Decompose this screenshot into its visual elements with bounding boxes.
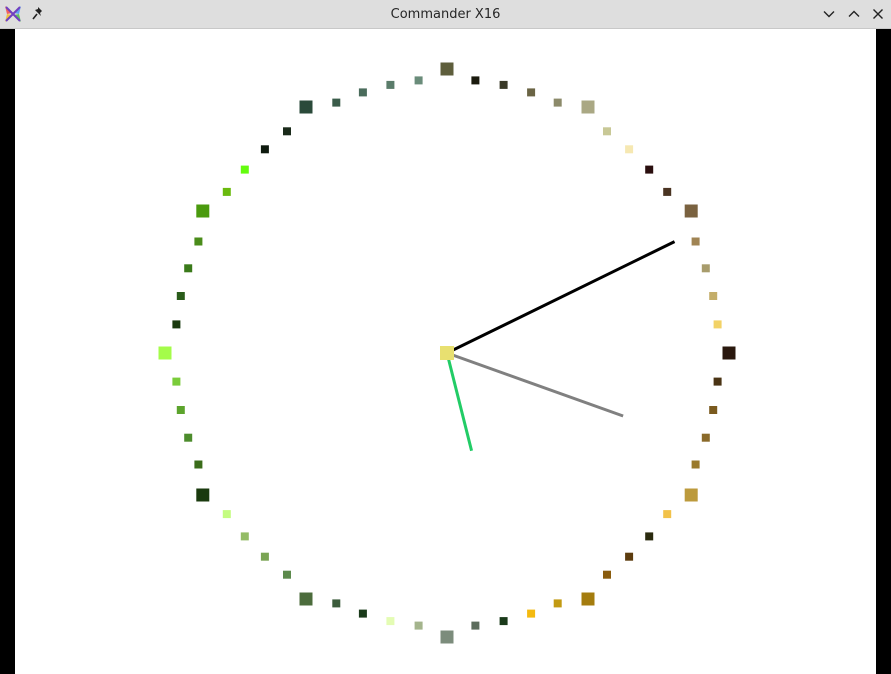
minute-mark — [283, 127, 291, 136]
minute-mark — [172, 320, 181, 329]
minute-mark — [283, 570, 291, 579]
hour-mark — [684, 488, 698, 502]
minute-mark — [386, 617, 395, 626]
hour-mark — [196, 204, 210, 218]
minute-mark — [663, 187, 672, 196]
minute-mark — [260, 145, 269, 154]
hour-mark — [684, 204, 698, 218]
hour-mark — [440, 62, 454, 76]
minute-mark — [553, 599, 562, 608]
hour-mark — [581, 100, 595, 114]
minute-mark — [414, 621, 423, 630]
hour-mark — [581, 592, 595, 606]
close-button[interactable] — [869, 5, 887, 23]
minute-mark — [499, 80, 508, 89]
minute-mark — [713, 377, 722, 386]
minute-mark — [176, 292, 185, 300]
minute-mark — [222, 187, 231, 196]
minute-mark — [240, 532, 249, 541]
minute-mark — [625, 552, 634, 561]
minute-mark — [603, 127, 611, 136]
clock-center-dot — [440, 346, 454, 360]
hour-mark — [299, 100, 313, 114]
minute-mark — [240, 165, 249, 174]
clock-face — [158, 62, 736, 644]
minute-mark — [527, 88, 536, 97]
minute-mark — [553, 98, 562, 107]
minute-mark — [358, 88, 367, 97]
hour-hand — [444, 240, 676, 356]
minute-mark — [414, 76, 423, 85]
minute-mark — [176, 406, 185, 414]
minute-mark — [332, 599, 341, 608]
minute-mark — [709, 406, 718, 414]
minute-mark — [184, 433, 193, 442]
minute-mark — [358, 609, 367, 618]
hour-mark — [440, 630, 454, 644]
minute-mark — [499, 617, 508, 626]
minute-mark — [194, 237, 203, 246]
minute-mark — [332, 98, 341, 107]
minute-mark — [527, 609, 536, 618]
window-titlebar[interactable]: Commander X16 — [0, 0, 891, 29]
minute-mark — [386, 80, 395, 89]
minute-mark — [663, 510, 672, 519]
minute-mark — [709, 292, 718, 300]
hour-mark — [299, 592, 313, 606]
hour-mark — [722, 346, 736, 360]
close-icon — [873, 9, 883, 19]
minute-mark — [713, 320, 722, 329]
maximize-button[interactable] — [845, 5, 863, 23]
minute-mark — [645, 532, 654, 541]
minute-mark — [260, 552, 269, 561]
chevron-up-icon — [848, 10, 860, 17]
minute-mark — [172, 377, 181, 386]
minute-mark — [701, 264, 710, 273]
chevron-down-icon — [823, 11, 835, 18]
minute-hand — [445, 351, 624, 418]
window-title: Commander X16 — [390, 7, 501, 22]
hour-mark — [196, 488, 210, 502]
minute-mark — [471, 76, 480, 85]
hour-mark — [158, 346, 172, 360]
minute-mark — [603, 570, 611, 579]
minute-mark — [691, 460, 700, 469]
minute-mark — [645, 165, 654, 174]
emulator-screen[interactable] — [15, 29, 876, 674]
second-hand — [445, 351, 474, 452]
minimize-button[interactable] — [820, 5, 838, 23]
minute-mark — [701, 433, 710, 442]
minute-mark — [194, 460, 203, 469]
minute-mark — [184, 264, 193, 273]
minute-mark — [222, 510, 231, 519]
minute-mark — [625, 145, 634, 154]
minute-mark — [691, 237, 700, 246]
minute-mark — [471, 621, 480, 630]
